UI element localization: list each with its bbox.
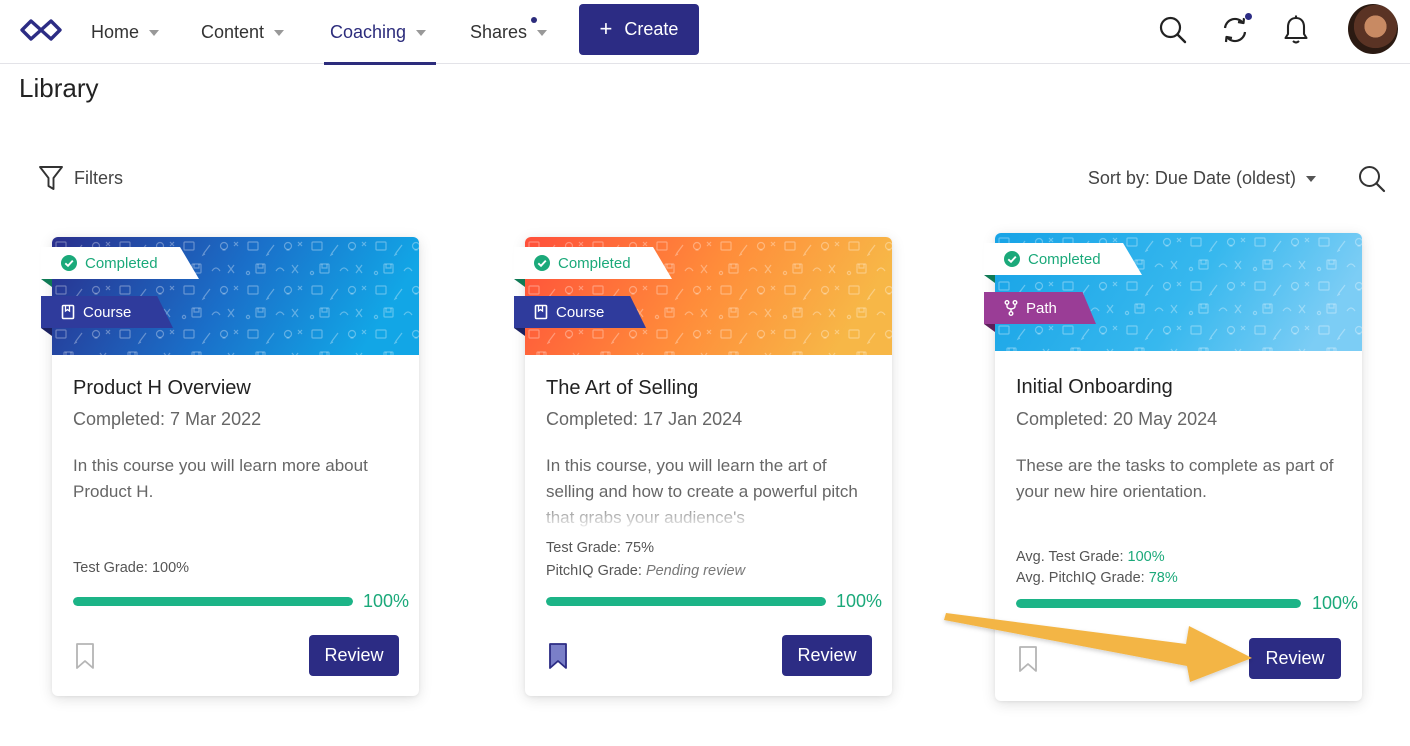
- library-search-icon[interactable]: [1357, 164, 1387, 194]
- bell-icon[interactable]: [1282, 14, 1310, 46]
- ribbon-fold: [41, 279, 52, 287]
- search-icon[interactable]: [1158, 15, 1188, 45]
- path-fork-icon: [1004, 300, 1018, 316]
- card-completed-date: Completed: 7 Mar 2022: [73, 409, 262, 429]
- ribbon-fold: [514, 328, 525, 336]
- pitchiq-grade-value: Pending review: [645, 563, 746, 579]
- sort-dropdown[interactable]: Sort by: Due Date (oldest): [1088, 168, 1316, 189]
- nav-coaching[interactable]: Coaching: [323, 0, 437, 65]
- chevron-down-icon: [537, 30, 548, 36]
- avg-pitchiq-grade-value: 78%: [1148, 570, 1178, 586]
- test-grade: Test Grade: 75%: [546, 540, 654, 556]
- create-button-label: Create: [624, 19, 679, 39]
- filters-button[interactable]: Filters: [38, 164, 123, 192]
- create-button[interactable]: + Create: [579, 4, 699, 55]
- progress-percent: 100%: [363, 591, 410, 611]
- progress-fill: [546, 597, 826, 606]
- progress-fill: [1016, 599, 1301, 608]
- plus-icon: +: [599, 15, 613, 41]
- type-label: Course: [556, 303, 605, 321]
- bookmark-icon[interactable]: [1017, 645, 1039, 673]
- progress-bar: [546, 597, 826, 606]
- library-card[interactable]: Completed Course The Art of Selling Comp…: [514, 237, 892, 696]
- card-title[interactable]: The Art of Selling: [546, 377, 698, 400]
- check-circle-icon: [1004, 251, 1020, 267]
- chevron-down-icon: [416, 30, 427, 36]
- type-badge: Course: [41, 296, 173, 328]
- nav-shares[interactable]: Shares: [470, 0, 548, 64]
- type-label: Path: [1026, 299, 1057, 317]
- status-label: Completed: [1028, 250, 1101, 268]
- avg-test-grade-value: 100%: [1127, 549, 1165, 565]
- book-icon: [61, 304, 75, 320]
- sort-label: Sort by: Due Date (oldest): [1087, 168, 1296, 188]
- avg-pitchiq-grade: Avg. PitchIQ Grade: 78%: [1016, 570, 1178, 586]
- progress-percent: 100%: [836, 591, 883, 611]
- ribbon-fold: [984, 324, 995, 332]
- ribbon-fold: [41, 328, 52, 336]
- type-label: Course: [83, 303, 132, 321]
- nav-content[interactable]: Content: [201, 0, 285, 64]
- chevron-down-icon: [1306, 175, 1316, 182]
- bookmark-icon[interactable]: [74, 642, 96, 670]
- card-completed-date: Completed: 17 Jan 2024: [546, 409, 743, 429]
- status-badge: Completed: [984, 243, 1142, 275]
- progress-bar: [1016, 599, 1301, 608]
- card-description: These are the tasks to complete as part …: [1016, 456, 1334, 501]
- card-description: In this course, you will learn the art o…: [546, 456, 858, 527]
- nav-coaching-label: Coaching: [330, 21, 407, 42]
- review-button[interactable]: Review: [782, 635, 872, 676]
- chevron-down-icon: [149, 30, 160, 36]
- check-circle-icon: [534, 255, 550, 271]
- user-avatar[interactable]: [1348, 4, 1398, 54]
- filters-label: Filters: [74, 167, 123, 188]
- review-button[interactable]: Review: [1249, 638, 1341, 679]
- chevron-down-icon: [274, 30, 285, 36]
- check-circle-icon: [61, 255, 77, 271]
- top-navigation-bar: Home Content Coaching Shares + Create: [0, 0, 1410, 65]
- type-badge: Path: [984, 292, 1096, 324]
- progress-bar: [73, 597, 353, 606]
- pitchiq-grade-label: PitchIQ Grade:: [546, 563, 646, 579]
- ribbon-fold: [514, 279, 525, 287]
- avg-test-grade-label: Avg. Test Grade:: [1016, 549, 1128, 565]
- nav-shares-label: Shares: [470, 21, 528, 42]
- bookmark-filled-icon[interactable]: [547, 642, 569, 670]
- progress-percent: 100%: [1312, 593, 1359, 613]
- nav-home[interactable]: Home: [91, 0, 160, 64]
- book-icon: [534, 304, 548, 320]
- infinity-logo-icon[interactable]: [18, 16, 64, 44]
- nav-home-label: Home: [91, 21, 140, 42]
- card-description: In this course you will learn more about…: [73, 456, 368, 501]
- sync-badge-dot: [1244, 12, 1253, 21]
- status-badge: Completed: [41, 247, 199, 279]
- ribbon-fold: [984, 275, 995, 283]
- progress-fill: [73, 597, 353, 606]
- test-grade: Test Grade: 100%: [73, 560, 190, 576]
- avg-test-grade: Avg. Test Grade: 100%: [1016, 549, 1165, 565]
- library-card[interactable]: Completed Path Initial Onboarding Comple…: [984, 233, 1362, 701]
- notification-dot: [531, 17, 537, 23]
- type-badge: Course: [514, 296, 646, 328]
- pitchiq-grade: PitchIQ Grade: Pending review: [546, 563, 745, 579]
- filter-funnel-icon: [39, 166, 63, 190]
- card-title[interactable]: Product H Overview: [73, 377, 251, 400]
- review-button[interactable]: Review: [309, 635, 399, 676]
- status-label: Completed: [85, 254, 158, 272]
- avg-pitchiq-grade-label: Avg. PitchIQ Grade:: [1016, 570, 1149, 586]
- status-label: Completed: [558, 254, 631, 272]
- page-title: Library: [19, 73, 99, 103]
- card-title[interactable]: Initial Onboarding: [1016, 376, 1173, 399]
- nav-content-label: Content: [201, 21, 265, 42]
- status-badge: Completed: [514, 247, 672, 279]
- card-completed-date: Completed: 20 May 2024: [1016, 409, 1218, 429]
- library-card[interactable]: Completed Course Product H Overview Comp…: [41, 237, 419, 696]
